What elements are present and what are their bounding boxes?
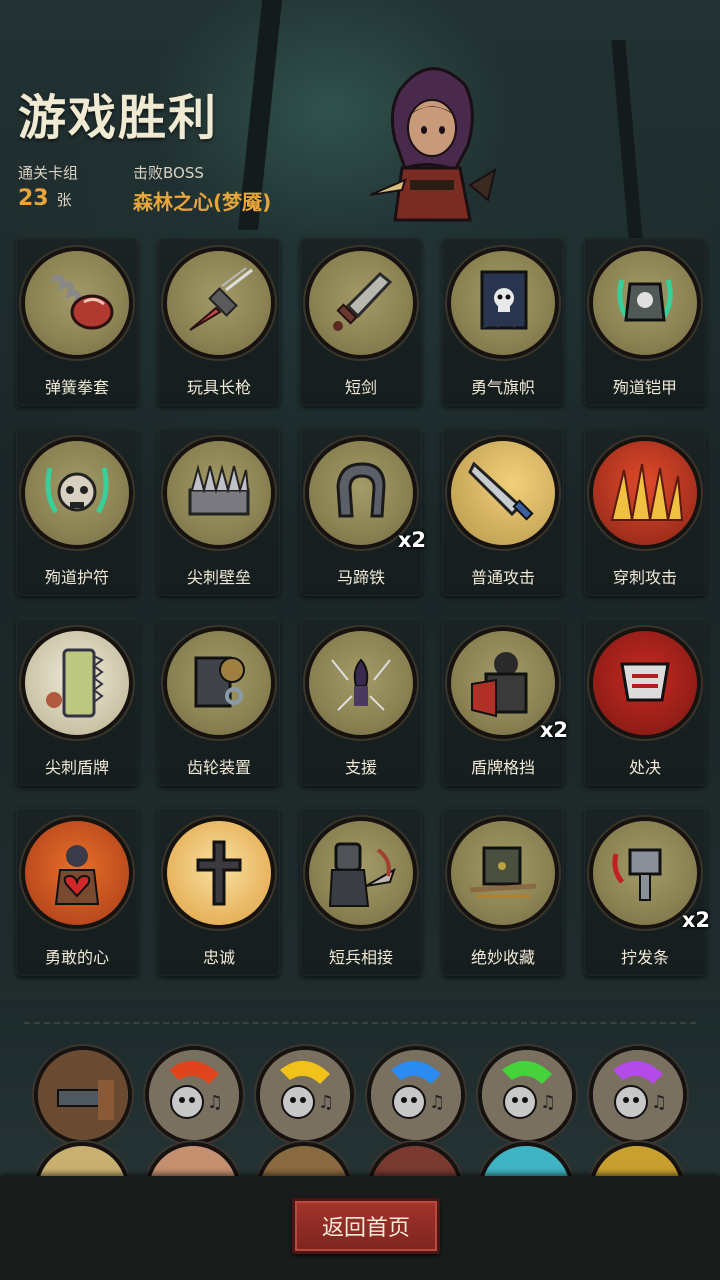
card-count-badge: x2 (397, 528, 426, 552)
card-label: 勇气旗帜 (470, 378, 535, 397)
card-pierce-attack[interactable]: 穿刺攻击 (584, 428, 706, 596)
loyalty-cross-icon (167, 821, 271, 925)
short-sword-icon (309, 251, 413, 355)
red-music-skull-icon[interactable]: ♫ (149, 1050, 239, 1140)
boss-label: 击败BOSS (133, 164, 204, 182)
card-spiked-shield[interactable]: 尖刺盾牌 (16, 618, 138, 786)
return-home-button[interactable]: 返回首页 (292, 1198, 440, 1254)
victory-header: 游戏胜利 通关卡组 23 张 击败BOSS 森林之心(梦魇) (0, 0, 720, 230)
card-label: 殉道铠甲 (612, 378, 677, 397)
card-count-badge: x2 (681, 908, 710, 932)
card-brave-heart[interactable]: 勇敢的心 (16, 808, 138, 976)
page-title: 游戏胜利 (18, 90, 219, 146)
card-label: 尖刺盾牌 (44, 758, 109, 777)
card-label: 拧发条 (620, 948, 669, 967)
svg-text:♫: ♫ (429, 1092, 445, 1113)
card-label: 马蹄铁 (336, 568, 385, 587)
card-shield-block[interactable]: 盾牌格挡 x2 (442, 618, 568, 786)
card-skull-amulet[interactable]: 殉道护符 (16, 428, 138, 596)
card-martyr-armor[interactable]: 殉道铠甲 (584, 238, 706, 406)
card-spike-wall[interactable]: 尖刺壁垒 (158, 428, 280, 596)
card-loyalty[interactable]: 忠诚 (158, 808, 280, 976)
execute-icon (593, 631, 697, 735)
card-label: 支援 (344, 758, 377, 777)
toy-lance-icon (167, 251, 271, 355)
card-label: 短剑 (344, 378, 377, 397)
card-label: 忠诚 (202, 948, 235, 967)
deck-count-value: 23 (18, 186, 49, 211)
skull-amulet-icon (25, 441, 129, 545)
martyr-armor-icon (593, 251, 697, 355)
spiked-shield-icon (25, 631, 129, 735)
card-label: 处决 (628, 758, 661, 777)
pierce-attack-icon (593, 441, 697, 545)
sword-strike-icon (451, 441, 555, 545)
card-label: 绝妙收藏 (470, 948, 535, 967)
card-toy-lance[interactable]: 玩具长枪 (158, 238, 280, 406)
svg-text:♫: ♫ (651, 1092, 667, 1113)
boss-name: 森林之心(梦魇) (133, 190, 272, 214)
hero-character-icon (369, 67, 497, 222)
deck-count: 23 张 (18, 186, 72, 211)
melee-knight-icon (309, 821, 413, 925)
green-music-skull-icon[interactable]: ♫ (482, 1050, 572, 1140)
card-count-badge: x2 (539, 718, 568, 742)
card-wind-up[interactable]: 拧发条 x2 (584, 808, 710, 976)
card-horseshoe[interactable]: 马蹄铁 x2 (300, 428, 426, 596)
svg-text:♫: ♫ (540, 1092, 556, 1113)
section-divider (24, 1022, 696, 1024)
deck-label: 通关卡组 (18, 164, 79, 182)
card-label: 殉道护符 (44, 568, 109, 587)
card-label: 短兵相接 (328, 948, 393, 967)
card-label: 尖刺壁垒 (186, 568, 251, 587)
support-icon (309, 631, 413, 735)
card-label: 弹簧拳套 (44, 378, 109, 397)
blue-music-skull-icon[interactable]: ♫ (371, 1050, 461, 1140)
card-support[interactable]: 支援 (300, 618, 422, 786)
spring-glove-icon (25, 251, 129, 355)
card-sword-strike[interactable]: 普通攻击 (442, 428, 564, 596)
spike-wall-icon (167, 441, 271, 545)
card-spring-glove[interactable]: 弹簧拳套 (16, 238, 138, 406)
card-melee[interactable]: 短兵相接 (300, 808, 422, 976)
card-short-sword[interactable]: 短剑 (300, 238, 422, 406)
deck-unit: 张 (56, 191, 72, 209)
brave-heart-icon (25, 821, 129, 925)
purple-music-skull-icon[interactable]: ♫ (593, 1050, 683, 1140)
card-treasure[interactable]: 绝妙收藏 (442, 808, 564, 976)
card-gear-device[interactable]: 齿轮装置 (158, 618, 280, 786)
card-label: 穿刺攻击 (612, 568, 677, 587)
card-label: 普通攻击 (470, 568, 535, 587)
card-label: 齿轮装置 (186, 758, 251, 777)
card-skull-banner[interactable]: 勇气旗帜 (442, 238, 564, 406)
cannon-relic-icon[interactable] (38, 1050, 128, 1140)
card-execute[interactable]: 处决 (584, 618, 706, 786)
svg-text:♫: ♫ (318, 1092, 334, 1113)
gear-device-icon (167, 631, 271, 735)
card-label: 盾牌格挡 (470, 758, 535, 777)
svg-text:♫: ♫ (207, 1092, 223, 1113)
treasure-chest-icon (451, 821, 555, 925)
yellow-music-skull-icon[interactable]: ♫ (260, 1050, 350, 1140)
card-label: 勇敢的心 (44, 948, 109, 967)
card-label: 玩具长枪 (186, 378, 251, 397)
skull-banner-icon (451, 251, 555, 355)
